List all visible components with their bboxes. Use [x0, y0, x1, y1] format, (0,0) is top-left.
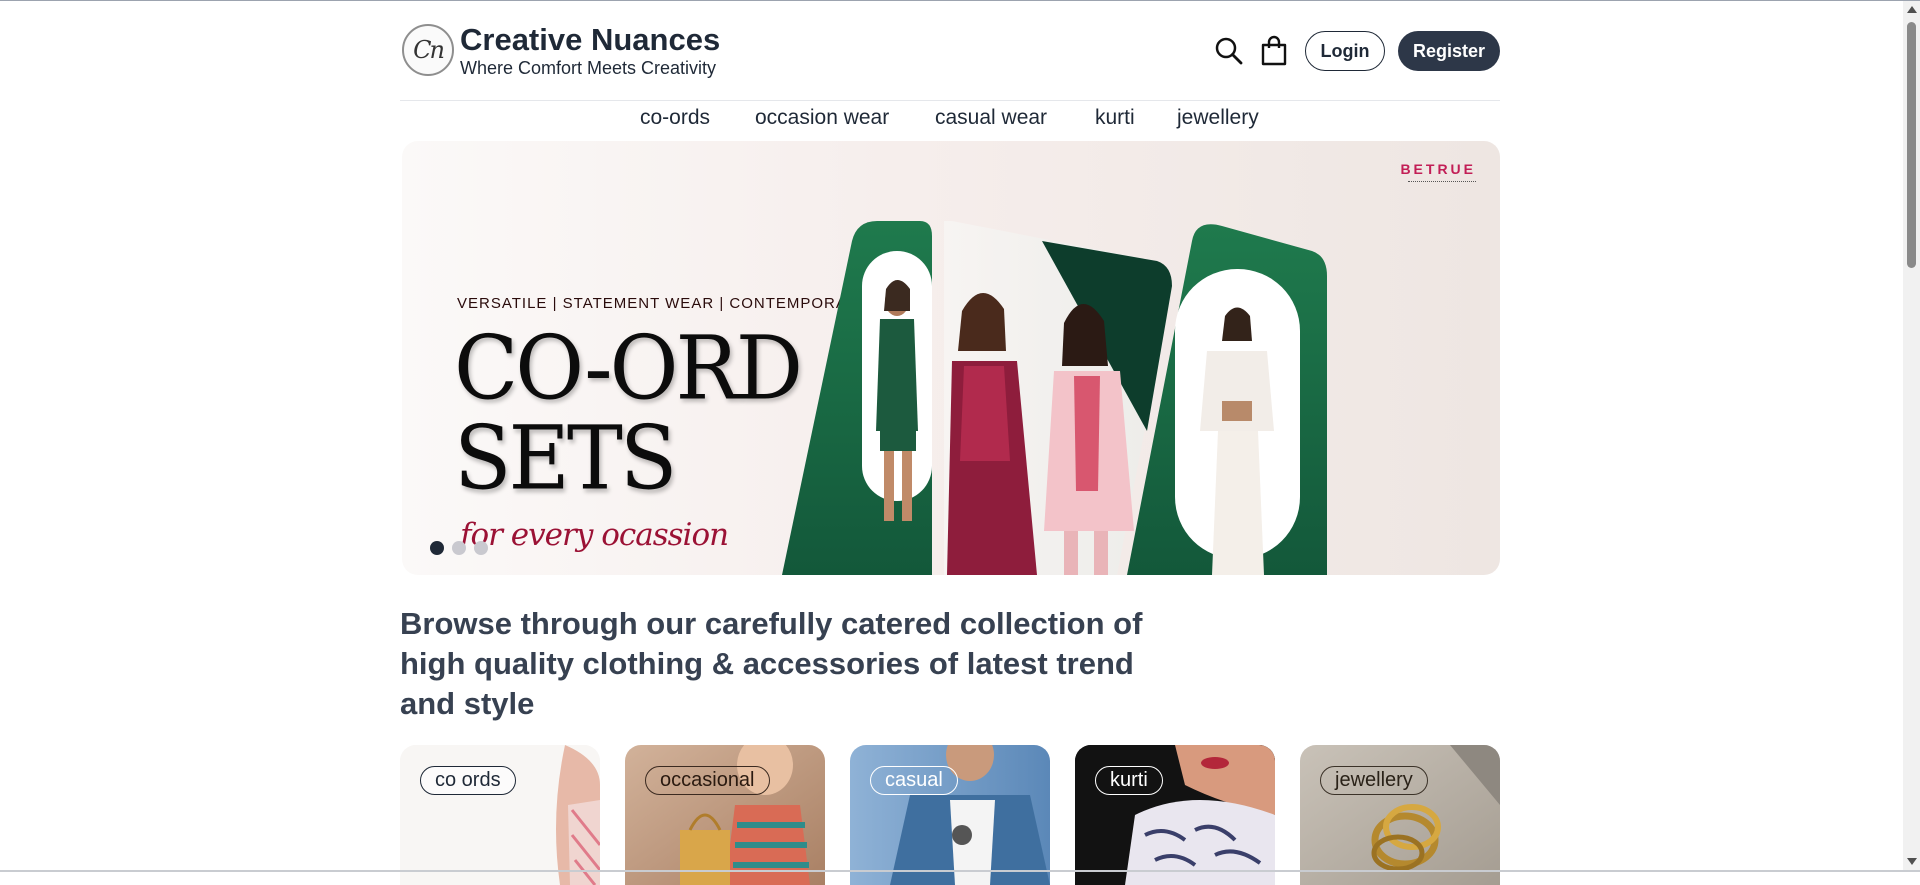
- hero-title-line2: SETS: [454, 406, 677, 510]
- category-card-casual[interactable]: casual: [850, 745, 1050, 885]
- header-divider: [400, 100, 1500, 101]
- scrollbar-thumb[interactable]: [1907, 22, 1916, 268]
- nav-item-jewellery[interactable]: jewellery: [1177, 106, 1259, 130]
- hero-title-line1: CO-ORD: [454, 316, 803, 420]
- hero-models-image: [782, 221, 1327, 575]
- category-card-co-ords[interactable]: co ords: [400, 745, 600, 885]
- hero-title: CO-ORD SETS: [454, 316, 803, 510]
- hero-banner[interactable]: BETRUE VERSATILE | STATEMENT WEAR | CONT…: [402, 141, 1500, 575]
- category-label-co-ords: co ords: [420, 766, 516, 795]
- search-icon[interactable]: [1214, 36, 1244, 66]
- category-card-occasional[interactable]: occasional: [625, 745, 825, 885]
- category-card-jewellery[interactable]: jewellery: [1300, 745, 1500, 885]
- brand-logo[interactable]: Cn: [402, 24, 454, 76]
- category-label-jewellery: jewellery: [1320, 766, 1428, 795]
- nav-item-kurti[interactable]: kurti: [1095, 106, 1135, 130]
- nav-item-occasion-wear[interactable]: occasion wear: [755, 106, 889, 130]
- category-nav: co-ords occasion wear casual wear kurti …: [400, 104, 1500, 134]
- hero-brand-underline: [1408, 181, 1476, 184]
- hero-brand-logo: BETRUE: [1400, 161, 1476, 177]
- scroll-down-arrow-icon[interactable]: [1903, 853, 1920, 870]
- category-label-kurti: kurti: [1095, 766, 1163, 795]
- browse-heading: Browse through our carefully catered col…: [400, 606, 1143, 721]
- brand-name[interactable]: Creative Nuances: [460, 22, 720, 58]
- category-card-kurti[interactable]: kurti: [1075, 745, 1275, 885]
- nav-item-casual-wear[interactable]: casual wear: [935, 106, 1047, 130]
- brand-tagline: Where Comfort Meets Creativity: [460, 58, 717, 78]
- hero-carousel-dots: [430, 541, 490, 555]
- carousel-dot-2[interactable]: [452, 541, 466, 555]
- scroll-up-arrow-icon[interactable]: [1903, 1, 1920, 18]
- nav-item-co-ords[interactable]: co-ords: [640, 106, 710, 130]
- page-scrollbar[interactable]: [1903, 1, 1920, 870]
- category-label-occasional: occasional: [645, 766, 770, 795]
- hero-script-text: for every ocassion: [460, 517, 729, 553]
- register-button[interactable]: Register: [1398, 31, 1500, 71]
- logo-monogram: Cn: [413, 36, 445, 64]
- shopping-bag-icon[interactable]: [1260, 35, 1288, 67]
- window-top-border: [0, 0, 1920, 1]
- login-button[interactable]: Login: [1305, 31, 1385, 71]
- category-label-casual: casual: [870, 766, 958, 795]
- carousel-dot-1[interactable]: [430, 541, 444, 555]
- carousel-dot-3[interactable]: [474, 541, 488, 555]
